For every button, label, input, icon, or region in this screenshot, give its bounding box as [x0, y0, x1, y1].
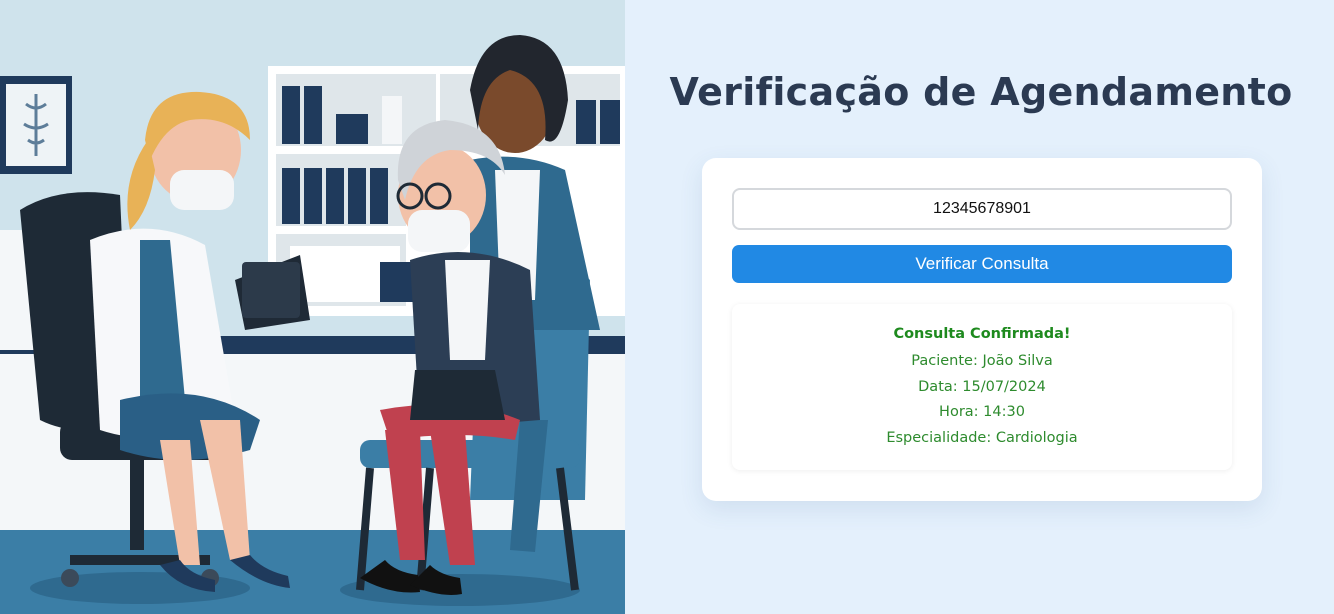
- result-box: Consulta Confirmada! Paciente: João Silv…: [732, 304, 1232, 470]
- verify-appointment-button[interactable]: Verificar Consulta: [732, 245, 1232, 283]
- poster-frame: [0, 76, 72, 174]
- verification-card: Verificar Consulta Consulta Confirmada! …: [702, 158, 1262, 501]
- clinic-illustration: [0, 0, 625, 614]
- appointment-date: Data: 15/07/2024: [918, 378, 1046, 395]
- appointment-specialty: Especialidade: Cardiologia: [886, 429, 1078, 446]
- page-title: Verificação de Agendamento: [669, 70, 1293, 114]
- patient-name: Paciente: João Silva: [911, 353, 1053, 369]
- appointment-time: Hora: 14:30: [939, 404, 1025, 420]
- verification-panel: Verificação de Agendamento Verificar Con…: [625, 0, 1334, 614]
- confirmation-status: Consulta Confirmada!: [893, 326, 1071, 342]
- cpf-input[interactable]: [732, 188, 1232, 230]
